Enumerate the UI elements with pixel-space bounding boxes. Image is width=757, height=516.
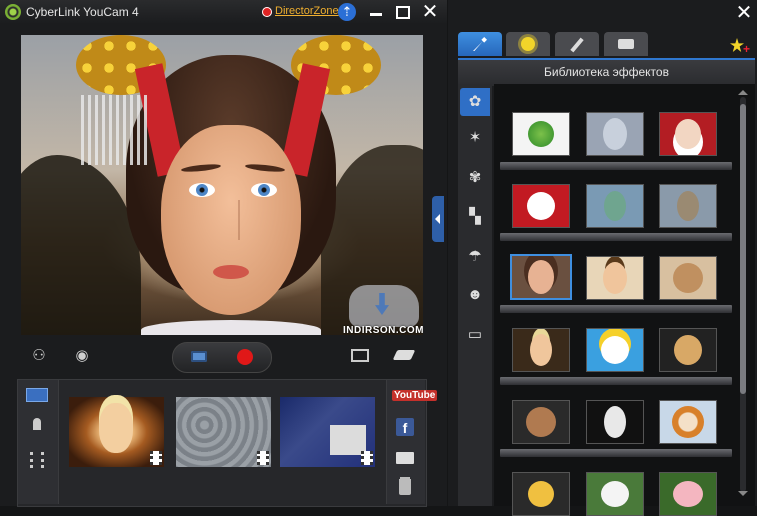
camera-preview[interactable]: INDIRSON.COM bbox=[21, 35, 423, 335]
effect-stone-statue[interactable] bbox=[659, 184, 717, 228]
background-trees-left bbox=[21, 155, 141, 335]
record-button[interactable] bbox=[237, 349, 253, 365]
kimono-collar bbox=[141, 320, 321, 335]
gallery-thumbnail[interactable] bbox=[176, 397, 271, 467]
effect-dog[interactable] bbox=[659, 328, 717, 372]
effect-blonde-man[interactable] bbox=[512, 328, 570, 372]
app-title: CyberLink YouCam 4 bbox=[26, 5, 139, 19]
face-tracking-button[interactable]: ⚇ bbox=[27, 346, 51, 366]
avatar-eye-left bbox=[189, 183, 215, 197]
effect-teddy-bear[interactable] bbox=[659, 256, 717, 300]
director-zone-icon[interactable] bbox=[262, 7, 272, 17]
avatar-nose bbox=[224, 200, 240, 240]
library-shelf bbox=[500, 449, 732, 457]
video-badge-icon bbox=[150, 451, 162, 465]
fullscreen-button[interactable] bbox=[392, 2, 414, 22]
category-emotions[interactable]: ☻ bbox=[460, 281, 490, 309]
pencil-icon bbox=[570, 37, 584, 53]
screen-capture-button[interactable] bbox=[351, 349, 369, 362]
filter-all-button[interactable] bbox=[26, 388, 48, 402]
effect-sheep[interactable] bbox=[586, 472, 644, 516]
youcam-logo-icon bbox=[5, 4, 21, 20]
library-shelf bbox=[500, 377, 732, 385]
tab-draw[interactable] bbox=[555, 32, 599, 56]
camera-icon bbox=[618, 39, 634, 49]
avatar-eye-right bbox=[251, 183, 277, 197]
close-panel-button[interactable]: ✕ bbox=[733, 2, 755, 24]
email-button[interactable] bbox=[396, 452, 414, 464]
category-magic[interactable]: ✶ bbox=[460, 124, 490, 152]
tab-camera-settings[interactable] bbox=[604, 32, 648, 56]
effect-download-more[interactable] bbox=[512, 112, 570, 156]
facebook-upload-button[interactable]: f bbox=[396, 418, 414, 436]
effect-chick[interactable] bbox=[512, 472, 570, 516]
effect-liberty[interactable] bbox=[586, 184, 644, 228]
view-toggle-button[interactable]: ◉ bbox=[68, 346, 96, 366]
director-zone-link[interactable]: DirectorZone bbox=[275, 5, 339, 17]
category-distortion[interactable]: ▭ bbox=[460, 321, 490, 349]
effect-santa[interactable] bbox=[659, 112, 717, 156]
effect-cartoon-man[interactable] bbox=[586, 256, 644, 300]
hair-fringe bbox=[81, 95, 151, 165]
category-particles[interactable]: ✾ bbox=[460, 164, 490, 192]
effect-lion[interactable] bbox=[659, 400, 717, 444]
effect-clown[interactable] bbox=[586, 328, 644, 372]
fullscreen-icon bbox=[396, 6, 410, 19]
library-title: Библиотека эффектов bbox=[544, 65, 669, 79]
minimize-icon bbox=[370, 13, 382, 16]
magic-wand-icon bbox=[473, 37, 487, 51]
minimize-button[interactable] bbox=[365, 2, 387, 22]
effect-marble-bust[interactable] bbox=[586, 400, 644, 444]
photo-icon bbox=[33, 418, 41, 430]
effect-pig[interactable] bbox=[659, 472, 717, 516]
tab-stamps[interactable] bbox=[506, 32, 550, 56]
category-avatar[interactable]: ✿ bbox=[460, 88, 490, 116]
video-badge-icon bbox=[257, 451, 269, 465]
avatar-mouth bbox=[213, 265, 249, 279]
youtube-label: YouTube bbox=[392, 390, 438, 401]
close-button[interactable]: ✕ bbox=[419, 2, 441, 22]
thumbnail-face bbox=[99, 403, 133, 453]
category-masks[interactable]: ☂ bbox=[460, 243, 490, 271]
youtube-upload-button[interactable]: YouTube bbox=[392, 390, 438, 401]
star-icon bbox=[730, 38, 744, 52]
effect-snowman[interactable] bbox=[512, 184, 570, 228]
watermark-text: INDIRSON.COM bbox=[343, 325, 423, 335]
effect-alien[interactable] bbox=[586, 112, 644, 156]
library-shelf bbox=[500, 162, 732, 170]
add-effect-button[interactable]: + bbox=[728, 36, 750, 56]
library-shelf bbox=[500, 233, 732, 241]
gallery-thumbnail[interactable] bbox=[69, 397, 164, 467]
video-badge-icon bbox=[361, 451, 373, 465]
gallery-thumbnail[interactable] bbox=[280, 397, 375, 467]
category-frames[interactable]: ▚ bbox=[460, 203, 490, 231]
filter-photos-button[interactable] bbox=[31, 418, 43, 432]
scroll-down-icon[interactable] bbox=[738, 491, 748, 496]
avatar-geisha[interactable] bbox=[510, 254, 572, 300]
stamp-icon bbox=[521, 37, 535, 51]
filter-videos-button[interactable] bbox=[30, 452, 44, 468]
effect-poodle[interactable] bbox=[512, 400, 570, 444]
panel-collapse-handle[interactable] bbox=[432, 196, 444, 242]
scrollbar-thumb[interactable] bbox=[740, 104, 746, 394]
scroll-up-icon[interactable] bbox=[738, 90, 748, 95]
update-button[interactable]: ⇡ bbox=[338, 3, 356, 21]
snapshot-button[interactable] bbox=[187, 348, 211, 366]
delete-button[interactable] bbox=[399, 479, 411, 495]
library-shelf bbox=[500, 305, 732, 313]
tab-effects[interactable] bbox=[458, 32, 502, 56]
camera-icon bbox=[191, 351, 207, 362]
